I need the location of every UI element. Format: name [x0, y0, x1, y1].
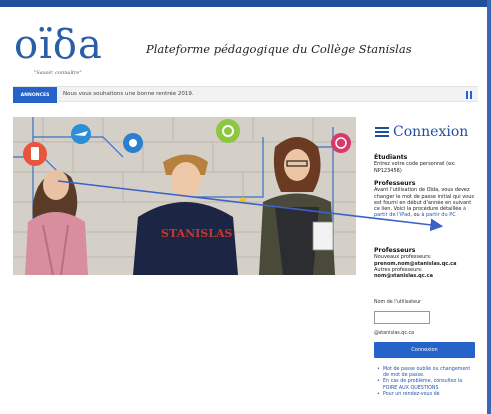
teachers-section: Professeurs Avant l'utilisation de Oïda,…	[374, 180, 478, 219]
students-text: Entrez votre code personnel (ex: NP12345…	[374, 161, 456, 174]
phone-circle-icon	[23, 142, 47, 166]
plane-circle-icon	[71, 124, 91, 144]
pause-icon[interactable]	[466, 91, 472, 99]
help-links: Mot de passe oublié ou changement de mot…	[377, 367, 477, 398]
page-title: Plateforme pédagogique du Collège Stanis…	[146, 42, 412, 56]
logo-text: oïδa	[14, 22, 103, 68]
gear-circle-icon	[216, 119, 240, 143]
link-pc[interactable]: à partir du PC	[421, 212, 455, 218]
login-title: Connexion	[393, 124, 469, 140]
help-link-password[interactable]: Mot de passe oublié ou changement de mot…	[377, 367, 477, 379]
students-section: Étudiants Entrez votre code personnel (e…	[374, 154, 478, 174]
domain-suffix: @stanislas.qc.ca	[374, 331, 415, 336]
teachers-accounts-section: Professeurs Nouveaux professeurs: prenom…	[374, 247, 478, 280]
announcement-text: Nous vous souhaitons une bonne rentrée 2…	[63, 91, 194, 97]
window-edge	[487, 0, 491, 414]
menu-icon[interactable]	[375, 127, 389, 137]
slogan: "Savoir, connaître"	[34, 70, 82, 76]
hero-image: STANISLAS	[13, 117, 356, 275]
globe-circle-icon	[331, 133, 351, 153]
announcement-bar: ANNONCES Nous vous souhaitons une bonne …	[13, 86, 478, 103]
science-circle-icon	[123, 133, 143, 153]
teachers-text: Avant l'utilisation de Oïda, vous devez …	[374, 187, 474, 213]
sweater-text: STANISLAS	[161, 227, 232, 240]
oida-logo[interactable]: oïδa	[14, 22, 134, 68]
login-button[interactable]: Connexion	[374, 342, 475, 358]
help-link-faq[interactable]: En cas de problème, consultez la FOIRE A…	[377, 379, 477, 391]
other-teachers-value: nom@stanislas.qc.ca	[374, 273, 433, 280]
username-input[interactable]	[374, 311, 430, 324]
top-bar	[0, 0, 491, 7]
announcement-badge: ANNONCES	[13, 87, 57, 103]
teachers-text-or: , ou	[410, 212, 420, 219]
username-label: Nom de l'utilisateur	[374, 300, 422, 305]
help-link-appointment[interactable]: Pour un rendez-vous de	[377, 392, 477, 398]
